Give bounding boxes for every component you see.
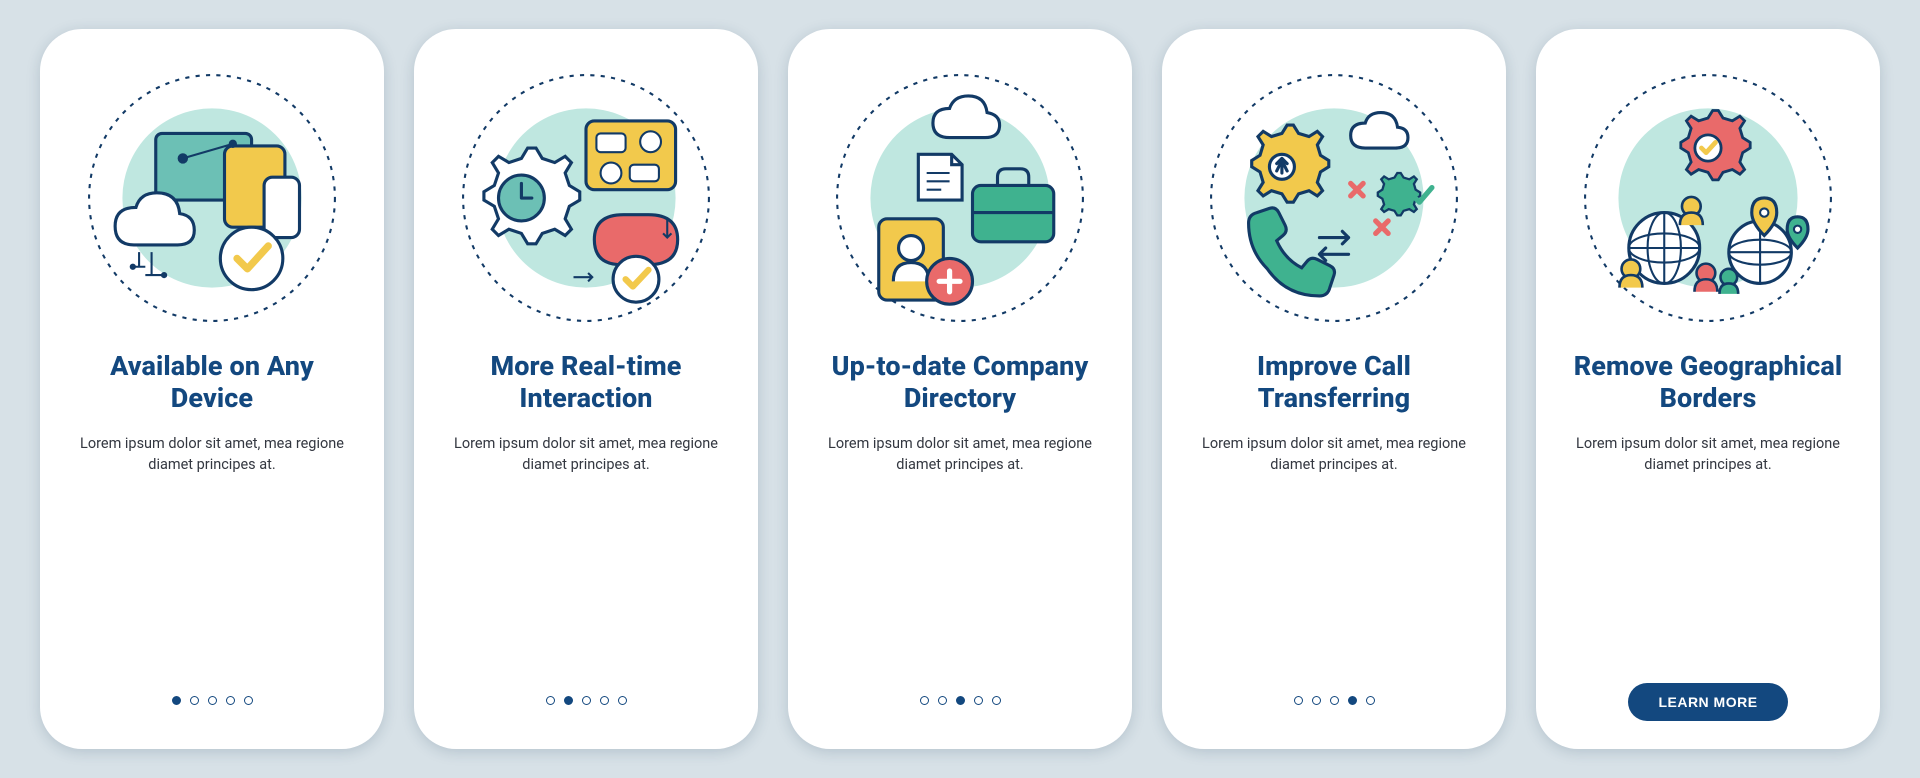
onboarding-card-4: Improve Call Transferring Lorem ipsum do… — [1162, 29, 1506, 749]
dot-2[interactable] — [564, 696, 573, 705]
dot-5[interactable] — [992, 696, 1001, 705]
dot-2[interactable] — [1312, 696, 1321, 705]
realtime-interaction-icon — [461, 73, 711, 323]
card-description: Lorem ipsum dolor sit amet, mea regione … — [72, 433, 352, 475]
dot-1[interactable] — [172, 696, 181, 705]
devices-cloud-icon — [87, 73, 337, 323]
company-directory-icon — [835, 73, 1085, 323]
card-description: Lorem ipsum dolor sit amet, mea regione … — [1568, 433, 1848, 475]
card-title: Up-to-date Company Directory — [814, 351, 1106, 415]
dot-5[interactable] — [1366, 696, 1375, 705]
dot-1[interactable] — [1294, 696, 1303, 705]
learn-more-button[interactable]: LEARN MORE — [1628, 683, 1787, 721]
dot-2[interactable] — [938, 696, 947, 705]
dot-1[interactable] — [546, 696, 555, 705]
dot-2[interactable] — [190, 696, 199, 705]
dot-5[interactable] — [618, 696, 627, 705]
dot-4[interactable] — [600, 696, 609, 705]
dot-1[interactable] — [920, 696, 929, 705]
dot-4[interactable] — [226, 696, 235, 705]
card-description: Lorem ipsum dolor sit amet, mea regione … — [1194, 433, 1474, 475]
call-transfer-icon — [1209, 73, 1459, 323]
card-title: Improve Call Transferring — [1188, 351, 1480, 415]
card-description: Lorem ipsum dolor sit amet, mea regione … — [820, 433, 1100, 475]
dot-4[interactable] — [974, 696, 983, 705]
dot-3[interactable] — [208, 696, 217, 705]
page-dots — [920, 696, 1001, 705]
dot-3[interactable] — [956, 696, 965, 705]
onboarding-card-2: More Real-time Interaction Lorem ipsum d… — [414, 29, 758, 749]
onboarding-card-3: Up-to-date Company Directory Lorem ipsum… — [788, 29, 1132, 749]
onboarding-card-1: Available on Any Device Lorem ipsum dolo… — [40, 29, 384, 749]
card-title: Available on Any Device — [66, 351, 358, 415]
dot-5[interactable] — [244, 696, 253, 705]
page-dots — [172, 696, 253, 705]
page-dots — [546, 696, 627, 705]
global-borders-icon — [1583, 73, 1833, 323]
onboarding-card-5: Remove Geographical Borders Lorem ipsum … — [1536, 29, 1880, 749]
dot-3[interactable] — [1330, 696, 1339, 705]
dot-4[interactable] — [1348, 696, 1357, 705]
page-dots — [1294, 696, 1375, 705]
card-title: More Real-time Interaction — [440, 351, 732, 415]
card-description: Lorem ipsum dolor sit amet, mea regione … — [446, 433, 726, 475]
dot-3[interactable] — [582, 696, 591, 705]
card-title: Remove Geographical Borders — [1562, 351, 1854, 415]
